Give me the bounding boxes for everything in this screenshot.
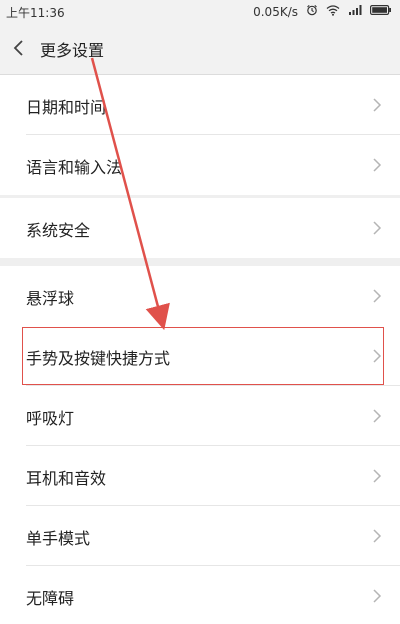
- page-title: 更多设置: [40, 41, 105, 60]
- wifi-icon: [326, 4, 340, 19]
- chevron-right-icon: [372, 528, 382, 544]
- status-icons: 0.05K/s: [253, 4, 392, 19]
- settings-group-1: 日期和时间 语言和输入法: [0, 75, 400, 195]
- settings-item-label: 悬浮球: [26, 289, 75, 308]
- settings-item-date-time[interactable]: 日期和时间: [0, 75, 400, 135]
- settings-item-label: 语言和输入法: [26, 158, 123, 177]
- settings-group-3: 悬浮球 手势及按键快捷方式 呼吸灯 耳机和音效 单手模式 无障碍: [0, 266, 400, 624]
- settings-item-headphones-sound[interactable]: 耳机和音效: [0, 446, 400, 506]
- settings-item-floating-ball[interactable]: 悬浮球: [0, 266, 400, 326]
- settings-item-system-security[interactable]: 系统安全: [0, 198, 400, 258]
- chevron-left-icon[interactable]: [10, 36, 30, 60]
- settings-screen: 上午11:36 0.05K/s 更多设置 日期和时间 语言和输入法 系统安全 悬…: [0, 0, 400, 624]
- settings-item-gesture-shortcuts[interactable]: 手势及按键快捷方式: [0, 326, 400, 386]
- chevron-right-icon: [372, 348, 382, 364]
- battery-icon: [370, 4, 392, 19]
- settings-item-language-input[interactable]: 语言和输入法: [0, 135, 400, 195]
- chevron-right-icon: [372, 157, 382, 173]
- chevron-right-icon: [372, 220, 382, 236]
- settings-item-label: 日期和时间: [26, 98, 107, 117]
- settings-item-label: 手势及按键快捷方式: [26, 349, 171, 368]
- chevron-right-icon: [372, 288, 382, 304]
- settings-item-label: 耳机和音效: [26, 469, 107, 488]
- settings-item-label: 单手模式: [26, 529, 91, 548]
- chevron-right-icon: [372, 408, 382, 424]
- chevron-right-icon: [372, 588, 382, 604]
- header-bar: 更多设置: [0, 22, 400, 75]
- signal-icon: [348, 4, 362, 19]
- settings-item-label: 呼吸灯: [26, 409, 75, 428]
- status-time: 上午11:36: [6, 6, 65, 20]
- settings-item-label: 无障碍: [26, 589, 75, 608]
- settings-item-one-hand-mode[interactable]: 单手模式: [0, 506, 400, 566]
- alarm-icon: [306, 4, 318, 19]
- settings-item-breathing-light[interactable]: 呼吸灯: [0, 386, 400, 446]
- settings-item-label: 系统安全: [26, 221, 91, 240]
- settings-group-2: 系统安全: [0, 198, 400, 258]
- network-speed: 0.05K/s: [253, 4, 298, 19]
- chevron-right-icon: [372, 468, 382, 484]
- settings-item-accessibility[interactable]: 无障碍: [0, 566, 400, 624]
- chevron-right-icon: [372, 97, 382, 113]
- status-bar: 上午11:36 0.05K/s: [0, 0, 400, 22]
